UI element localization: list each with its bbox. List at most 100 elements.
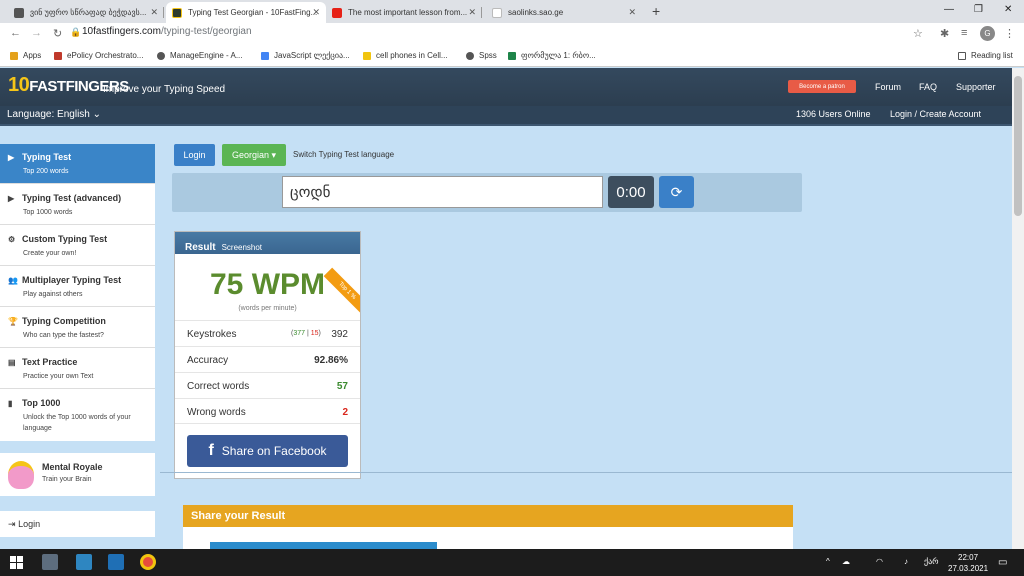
result-box: Result Screenshot Top 1 % 75 WPM (words p… [174, 231, 361, 479]
extensions-icon[interactable]: ✱ [940, 27, 949, 40]
sidebar-item-competition[interactable]: 🏆 Typing Competition Who can type the fas… [0, 308, 155, 348]
bookmark-item[interactable]: ManageEngine - A... [157, 51, 243, 60]
sidebar-item-text-practice[interactable]: ▤ Text Practice Practice your own Text [0, 349, 155, 389]
input-language[interactable]: ქარ [924, 557, 939, 566]
browser-tab[interactable]: saolinks.sao.ge ✕ [486, 2, 642, 23]
bookmark-label: JavaScript ლექცია... [274, 51, 350, 60]
forum-link[interactable]: Forum [875, 82, 901, 92]
doc-icon [261, 51, 269, 60]
logo-number: 10 [8, 74, 30, 96]
users-icon: 👥 [8, 275, 18, 285]
sidebar-item-title: Text Practice [22, 357, 78, 367]
accuracy-label: Accuracy [187, 355, 229, 366]
url-field[interactable]: 10fastfingers.com/typing-test/georgian [82, 26, 252, 37]
tab-title: ვინ უფრო სწრაფად ბეჭდავს... [30, 8, 147, 17]
wifi-icon[interactable]: ◠ [876, 557, 883, 566]
bookmark-item[interactable]: JavaScript ლექცია... [261, 51, 350, 60]
globe-icon [492, 7, 502, 18]
minimize-icon[interactable]: — [944, 4, 954, 15]
reload-icon[interactable]: ↻ [53, 27, 62, 40]
lync-icon[interactable] [76, 554, 92, 570]
login-button[interactable]: Login [174, 144, 215, 166]
sidebar-item-title: Top 1000 [22, 398, 61, 408]
language-selector[interactable]: Language: English ⌄ [7, 109, 101, 120]
result-header: Result Screenshot [175, 232, 360, 254]
close-icon[interactable]: ✕ [150, 7, 158, 18]
browser-tab[interactable]: The most important lesson from... ✕ [326, 2, 482, 23]
share-facebook-button[interactable]: f Share on Facebook [187, 435, 348, 467]
screenshot-link[interactable]: Screenshot [222, 243, 262, 252]
volume-icon[interactable]: ♪ [904, 557, 908, 566]
bookmark-item[interactable]: ფორმულა 1: რბო... [508, 51, 596, 60]
reading-list-label: Reading list [971, 51, 1013, 60]
sidebar-item-title: Multiplayer Typing Test [22, 275, 122, 285]
signal-bars-icon: ▮ [8, 398, 13, 408]
sidebar-item-multiplayer[interactable]: 👥 Multiplayer Typing Test Play against ot… [0, 267, 155, 307]
mental-royale-title: Mental Royale [42, 462, 103, 472]
outlook-icon[interactable] [108, 554, 124, 570]
close-icon[interactable]: ✕ [468, 7, 476, 18]
scrollbar-thumb[interactable] [1014, 76, 1022, 216]
patron-button[interactable]: Become a patron [788, 80, 856, 93]
reading-mode-icon[interactable]: ≡ [961, 27, 967, 39]
share-banner[interactable] [210, 542, 437, 549]
windows-start-icon[interactable] [10, 556, 23, 569]
bookmark-label: ფორმულა 1: რბო... [521, 51, 596, 60]
faq-link[interactable]: FAQ [919, 82, 937, 92]
lock-icon[interactable]: 🔒 [70, 27, 81, 38]
clock[interactable]: 22:07 27.03.2021 [948, 552, 988, 574]
tab-title: Typing Test Georgian - 10FastFing... [188, 8, 318, 17]
users-online: 1306 Users Online [796, 109, 871, 119]
reading-list[interactable]: Reading list [958, 51, 1013, 60]
tray-chevron-icon[interactable]: ^ [826, 557, 830, 566]
trophy-icon: 🏆 [8, 316, 18, 326]
sidebar-item-top1000[interactable]: ▮ Top 1000 Unlock the Top 1000 words of y… [0, 390, 155, 441]
profile-avatar[interactable]: G [980, 26, 995, 41]
typing-input[interactable]: ცოდნ [282, 176, 603, 208]
site-tagline: Improve your Typing Speed [103, 84, 226, 95]
tab-separator [163, 7, 164, 18]
window-close-icon[interactable]: ✕ [1004, 4, 1012, 15]
url-host: 10fastfingers.com [82, 26, 161, 37]
tray-network-icon[interactable]: ☁ [842, 557, 850, 566]
new-tab-icon[interactable]: + [652, 3, 660, 19]
bookmark-label: ManageEngine - A... [170, 51, 243, 60]
bookmark-star-icon[interactable]: ☆ [913, 27, 923, 40]
browser-tab-bar: ვინ უფრო სწრაფად ბეჭდავს... ✕ Typing Tes… [0, 0, 1024, 23]
tab-favicon-icon [14, 7, 24, 18]
browser-tab[interactable]: ვინ უფრო სწრაფად ბეჭდავს... ✕ [8, 2, 164, 23]
sidebar-item-typing-test-advanced[interactable]: ▶ Typing Test (advanced) Top 1000 words [0, 185, 155, 225]
forward-icon[interactable]: → [31, 27, 42, 39]
notifications-icon[interactable]: ▭ [998, 557, 1007, 568]
video-icon [508, 51, 516, 60]
wpm-value: 75 WPM [209, 268, 326, 301]
bookmark-apps[interactable]: Apps [10, 51, 41, 60]
sidebar-item-typing-test[interactable]: ▶ Typing Test Top 200 words [0, 144, 155, 184]
menu-icon[interactable]: ⋮ [1004, 27, 1015, 40]
browser-tab-active[interactable]: Typing Test Georgian - 10FastFing... ✕ [166, 2, 326, 23]
mascot-icon [8, 461, 34, 489]
apps-icon [10, 51, 18, 60]
result-title: Result [185, 242, 216, 253]
taskbar-app-icon[interactable] [42, 554, 58, 570]
chrome-icon[interactable] [140, 554, 156, 570]
bookmark-item[interactable]: ePolicy Orchestrato... [54, 51, 143, 60]
back-icon[interactable]: ← [10, 27, 21, 39]
close-icon[interactable]: ✕ [312, 7, 320, 18]
close-icon[interactable]: ✕ [628, 7, 636, 18]
correct-words-value: 57 [336, 381, 348, 392]
supporter-link[interactable]: Supporter [956, 82, 996, 92]
bookmark-item[interactable]: cell phones in Cell... [363, 51, 448, 60]
sidebar-login[interactable]: ⇥ Login [0, 511, 155, 537]
login-create-link[interactable]: Login / Create Account [890, 109, 981, 119]
mental-royale-promo[interactable]: Mental Royale Train your Brain [0, 453, 155, 496]
sidebar-item-sub: Top 1000 words [23, 209, 73, 216]
restart-button[interactable]: ⟳ [659, 176, 694, 208]
sidebar-item-custom-test[interactable]: ⚙ Custom Typing Test Create your own! [0, 226, 155, 266]
tab-favicon-icon [172, 7, 182, 18]
page-scrollbar[interactable] [1012, 68, 1024, 549]
section-divider [160, 472, 1012, 473]
maximize-icon[interactable]: ❐ [974, 4, 983, 15]
bookmark-item[interactable]: Spss [466, 51, 497, 60]
language-dropdown-button[interactable]: Georgian ▾ [222, 144, 286, 166]
